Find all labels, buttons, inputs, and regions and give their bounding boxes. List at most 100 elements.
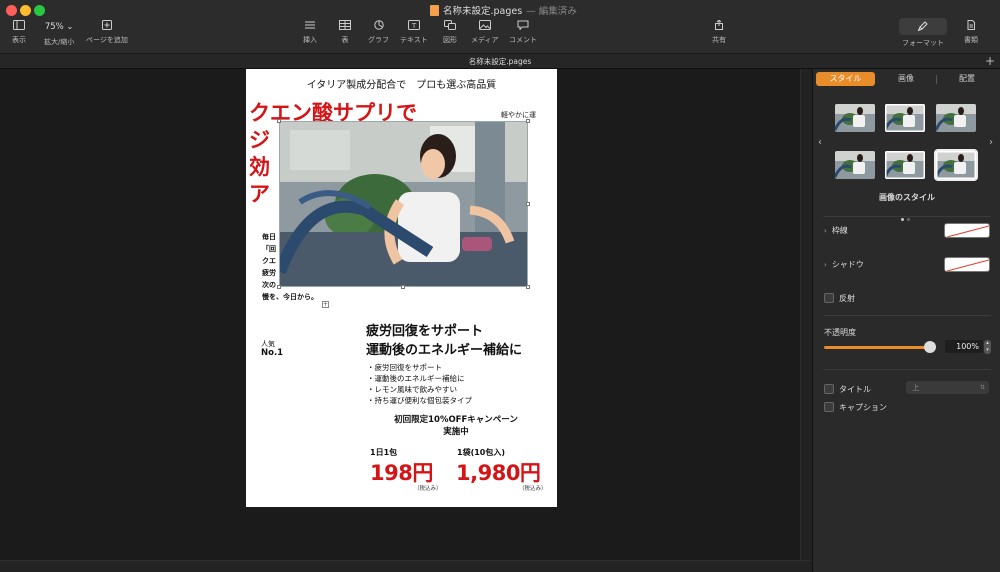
- close-window-button[interactable]: [6, 5, 17, 16]
- image-style-thumbnail[interactable]: [934, 149, 978, 181]
- title-checkbox[interactable]: [824, 384, 834, 394]
- opacity-label: 不透明度: [824, 328, 856, 337]
- zoom-window-button[interactable]: [34, 5, 45, 16]
- opacity-stepper[interactable]: ▴ ▾: [984, 340, 991, 354]
- add-page-label: ページを追加: [86, 36, 128, 44]
- format-inspector: スタイル 画像 配置 ‹ › 画像のスタイル › 枠線 › シャドウ 反射 不透明度…: [812, 69, 1000, 572]
- tab-bar: 名称未設定.pages +: [0, 53, 1000, 69]
- shadow-label: シャドウ: [831, 260, 864, 269]
- resize-handle[interactable]: [526, 119, 530, 123]
- text-button[interactable]: T テキスト: [400, 20, 428, 45]
- resize-handle[interactable]: [526, 285, 530, 289]
- zoom-button[interactable]: 75% ⌄ 拡大/縮小: [44, 22, 74, 47]
- divider: [823, 369, 991, 370]
- price-2-tax: （税込み）: [519, 486, 547, 492]
- vertical-scrollbar[interactable]: [800, 69, 812, 560]
- price-2-value[interactable]: 1,980円: [456, 457, 541, 487]
- add-page-icon: [101, 20, 113, 30]
- insert-icon: [304, 20, 316, 30]
- zoom-label: 拡大/縮小: [44, 38, 75, 46]
- document-page[interactable]: イタリア製成分配合で プロも選ぶ高品質 クエン酸サプリで ジ 効 ア 軽やかに運…: [246, 69, 557, 507]
- title-position-select[interactable]: 上 ⇅: [906, 381, 989, 394]
- format-label: フォーマット: [902, 39, 944, 47]
- shadow-color-well[interactable]: [944, 257, 990, 272]
- opacity-slider-track[interactable]: [824, 346, 930, 349]
- horizontal-scrollbar[interactable]: [0, 560, 812, 572]
- tab-document[interactable]: 名称未設定.pages: [0, 56, 1000, 67]
- caption-label: キャプション: [839, 403, 887, 412]
- tab-arrange[interactable]: 配置: [938, 72, 996, 86]
- share-button[interactable]: 共有: [712, 20, 726, 45]
- image-style-thumbnail[interactable]: [936, 104, 976, 132]
- feature-list[interactable]: ・疲労回復をサポート ・運動後のエネルギー補給に ・レモン風味で飲みやすい ・持…: [367, 362, 472, 406]
- media-button[interactable]: メディア: [471, 20, 499, 45]
- list-item: ・疲労回復をサポート: [367, 363, 442, 372]
- divider: [823, 216, 991, 217]
- selected-fitness-photo[interactable]: [279, 121, 528, 287]
- add-page-button[interactable]: ページを追加: [86, 20, 128, 45]
- comment-icon: [517, 20, 529, 30]
- chart-label: グラフ: [368, 36, 389, 44]
- feature-heading-line: 運動後のエネルギー補給に: [366, 343, 523, 358]
- pages-window: 名称未設定.pages — 編集済み 表示 75% ⌄ 拡大/縮小 ページを追加 …: [0, 0, 1000, 572]
- photo-icon: [478, 20, 491, 30]
- opacity-field[interactable]: 100%: [945, 340, 983, 353]
- popularity-rank: No.1: [261, 348, 284, 358]
- price-1-tax: （税込み）: [414, 486, 442, 492]
- border-disclosure[interactable]: › 枠線: [824, 225, 848, 236]
- image-style-thumbnail[interactable]: [835, 104, 875, 132]
- text-label: テキスト: [400, 36, 428, 44]
- resize-handle[interactable]: [277, 119, 281, 123]
- feature-heading[interactable]: 疲労回復をサポート 運動後のエネルギー補給に: [366, 322, 522, 360]
- insert-label: 挿入: [303, 36, 317, 44]
- resize-handle[interactable]: [526, 202, 530, 206]
- shadow-disclosure[interactable]: › シャドウ: [824, 259, 864, 270]
- chevron-down-icon: ⌄: [66, 22, 74, 32]
- side-copy-line: 軽やかに運: [501, 111, 536, 119]
- table-button[interactable]: 表: [339, 20, 351, 45]
- tab-image[interactable]: 画像: [877, 72, 935, 86]
- image-style-thumbnail[interactable]: [885, 104, 925, 132]
- image-style-thumbnail[interactable]: [835, 151, 875, 179]
- sidebar-icon: [13, 20, 25, 30]
- page-header-text[interactable]: イタリア製成分配合で プロも選ぶ高品質: [246, 76, 557, 91]
- resize-handle[interactable]: [401, 285, 405, 289]
- reflection-checkbox[interactable]: [824, 293, 834, 303]
- chevron-left-icon[interactable]: ‹: [818, 137, 822, 148]
- chart-button[interactable]: グラフ: [368, 20, 389, 45]
- campaign-text[interactable]: 初回限定10%OFFキャンペーン 実施中: [366, 414, 546, 438]
- tab-separator: [936, 75, 937, 84]
- feature-heading-line: 疲労回復をサポート: [366, 324, 484, 339]
- list-item: ・持ち運び便利な個包装タイプ: [367, 396, 472, 405]
- text-anchor-plus-icon[interactable]: +: [322, 301, 329, 308]
- reflection-label: 反射: [839, 294, 855, 303]
- paintbrush-icon: [917, 21, 929, 31]
- campaign-line: 実施中: [443, 427, 469, 437]
- opacity-slider-knob[interactable]: [924, 341, 936, 353]
- view-button[interactable]: 表示: [12, 20, 26, 45]
- comment-button[interactable]: コメント: [509, 20, 537, 45]
- edit-status: — 編集済み: [526, 6, 577, 17]
- body-line: 慢を、今日から。: [262, 293, 318, 301]
- window-title-text: 名称未設定.pages: [443, 6, 523, 17]
- tab-style[interactable]: スタイル: [816, 72, 875, 86]
- shape-button[interactable]: 図形: [443, 20, 457, 45]
- border-color-well[interactable]: [944, 223, 990, 238]
- format-button[interactable]: [899, 18, 947, 35]
- resize-handle[interactable]: [277, 285, 281, 289]
- document-button[interactable]: 書類: [964, 20, 978, 45]
- campaign-line: 初回限定10%OFFキャンペーン: [394, 415, 518, 425]
- page-dot[interactable]: [907, 218, 910, 221]
- share-label: 共有: [712, 36, 726, 44]
- insert-button[interactable]: 挿入: [303, 20, 317, 45]
- page-dot[interactable]: [901, 218, 904, 221]
- image-style-thumbnail[interactable]: [885, 151, 925, 179]
- caption-checkbox[interactable]: [824, 402, 834, 412]
- chevron-right-icon: ›: [824, 227, 827, 235]
- svg-text:T: T: [411, 22, 417, 30]
- chevron-right-icon[interactable]: ›: [989, 137, 993, 148]
- price-1-value[interactable]: 198円: [370, 457, 433, 487]
- minimize-window-button[interactable]: [20, 5, 31, 16]
- popularity-badge[interactable]: 人気 No.1: [261, 340, 283, 358]
- new-tab-plus-icon[interactable]: +: [985, 54, 995, 68]
